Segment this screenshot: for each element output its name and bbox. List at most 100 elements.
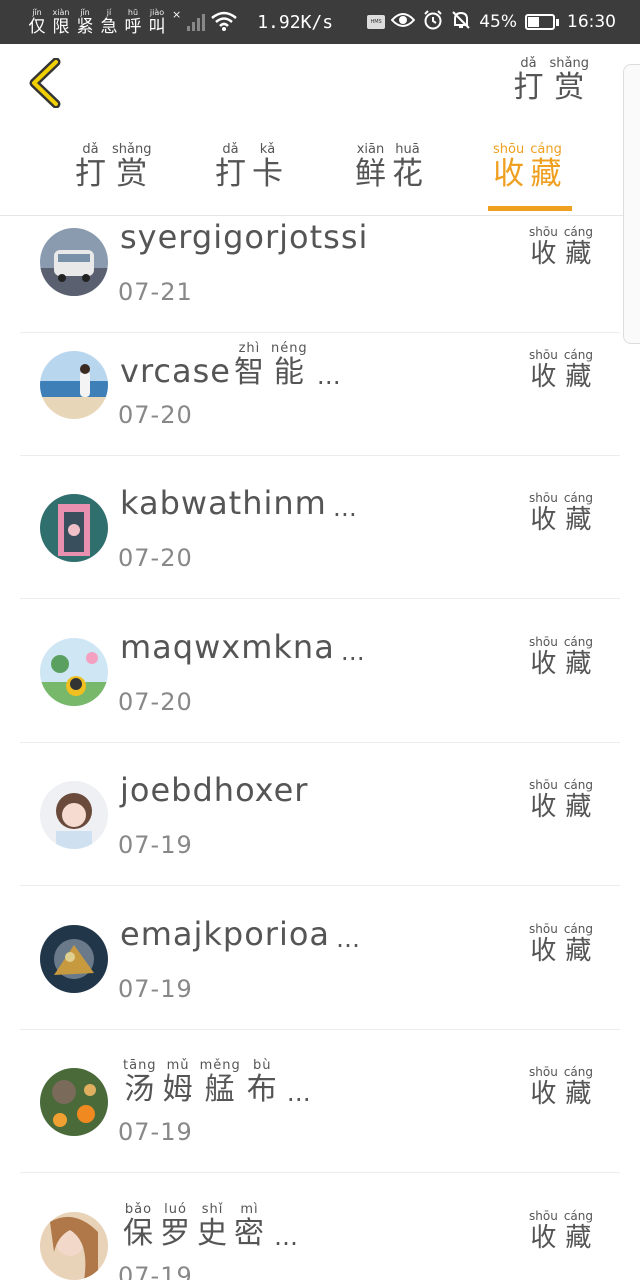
username-latin: emajkporioa [120, 915, 331, 953]
hanzi: 藏 [565, 936, 592, 966]
hanzi: 藏 [565, 1223, 592, 1253]
username-latin: maqwxmkna [120, 628, 335, 666]
favorite-status-label: shōu 收 cáng 藏 [526, 635, 596, 680]
status-bar: jǐn 仅 xiàn 限 jǐn 紧 jí 急 hū 呼 jiào 叫 × 1.92K/s HMS 4… [0, 0, 640, 44]
status-right: 45% 16:30 [390, 0, 616, 44]
avatar[interactable] [40, 1212, 108, 1280]
favorite-date: 07-19 [118, 975, 193, 1003]
hanzi: 藏 [565, 1079, 592, 1109]
pinyin: shǐ [201, 1202, 224, 1217]
hanzi: 藏 [565, 362, 592, 392]
hanzi: 藏 [565, 505, 592, 535]
back-button[interactable] [26, 57, 66, 109]
eye-icon [390, 11, 416, 33]
favorite-status-label: shōu 收 cáng 藏 [526, 1065, 596, 1110]
list-item[interactable]: kabwathinm… 07-20 shōu 收 cáng 藏 [20, 456, 620, 599]
name-char: shǐ 史 [197, 1202, 228, 1251]
pinyin: cáng [563, 225, 593, 239]
avatar[interactable] [40, 351, 108, 419]
hanzi: 保 [123, 1216, 154, 1251]
avatar[interactable] [40, 1068, 108, 1136]
name-char: zhì 智 [234, 341, 265, 390]
favorite-status-label: shōu 收 cáng 藏 [526, 225, 596, 270]
network-speed: 1.92K/s [257, 11, 334, 33]
pinyin: mǔ [166, 1058, 190, 1073]
pinyin: jǐn [32, 7, 42, 17]
name-char: mì 密 [234, 1202, 265, 1251]
hanzi: 收 [530, 362, 557, 392]
pinyin: shōu [529, 635, 558, 649]
hanzi: 收 [530, 936, 557, 966]
username-ellipsis: … [286, 1079, 312, 1107]
username: tāng 汤 mǔ 姆 měng 艋 bù 布… [120, 1058, 312, 1107]
list-item[interactable]: joebdhoxer 07-19 shōu 收 cáng 藏 [20, 743, 620, 886]
collect-char: shōu 收 [529, 779, 558, 823]
avatar[interactable] [40, 781, 108, 849]
collect-char: cáng 藏 [563, 348, 593, 393]
hanzi: 汤 [124, 1072, 156, 1107]
username: syergigorjotssi [120, 218, 368, 256]
battery-percent: 45% [479, 12, 517, 32]
hanzi: 仅 [28, 16, 46, 37]
tab-1[interactable]: dǎ 打 kǎ 卡 [212, 142, 286, 191]
tab-2[interactable]: xiān 鲜 huā 花 [352, 142, 426, 191]
username-ellipsis: … [340, 638, 366, 666]
hanzi: 能 [273, 355, 305, 390]
username-latin: syergigorjotssi [120, 218, 369, 256]
no-sim-icon: × [172, 7, 182, 21]
pinyin: jiào [149, 7, 165, 17]
hanzi: 收 [530, 792, 557, 822]
hanzi: 打 [215, 156, 246, 192]
tab-char: cáng 藏 [530, 142, 562, 191]
pinyin: cáng [563, 1065, 593, 1079]
pinyin: dǎ [222, 142, 239, 157]
hanzi: 藏 [565, 792, 592, 822]
pinyin: zhì [238, 341, 261, 356]
pinyin: shǎng [112, 142, 152, 157]
hanzi: 布 [246, 1072, 278, 1107]
hanzi: 智 [233, 355, 265, 390]
carrier-char: jiào 叫 [146, 8, 168, 37]
status-left: jǐn 仅 xiàn 限 jǐn 紧 jí 急 hū 呼 jiào 叫 × 1.92K/s HMS [26, 0, 386, 44]
tab-label: dǎ 打 shǎng 赏 [72, 142, 154, 191]
list-item[interactable]: emajkporioa… 07-19 shōu 收 cáng 藏 [20, 887, 620, 1030]
list-item[interactable]: maqwxmkna… 07-20 shōu 收 cáng 藏 [20, 600, 620, 743]
pinyin: dǎ [520, 56, 537, 71]
list-item[interactable]: tāng 汤 mǔ 姆 měng 艋 bù 布… 07-19 shōu 收 cáng 藏 [20, 1030, 620, 1173]
collect-char: cáng 藏 [563, 225, 593, 270]
collect-char: cáng 藏 [563, 491, 593, 536]
favorite-status-label: shōu 收 cáng 藏 [526, 348, 596, 393]
bell-off-icon [451, 10, 471, 34]
hanzi: 收 [530, 1079, 557, 1109]
collect-char: cáng 藏 [563, 635, 593, 680]
pinyin: cáng [563, 348, 593, 362]
reward-button[interactable]: dǎ 打 shǎng 赏 [511, 56, 592, 105]
pinyin: cáng [563, 491, 593, 505]
tab-0[interactable]: dǎ 打 shǎng 赏 [72, 142, 154, 191]
name-char: měng 艋 [200, 1058, 241, 1107]
username: joebdhoxer [120, 771, 308, 809]
pinyin: cáng [563, 922, 593, 936]
hanzi: 艋 [204, 1072, 236, 1107]
name-char: néng 能 [271, 341, 308, 390]
carrier-char: jǐn 紧 [74, 8, 96, 37]
hanzi: 收 [530, 649, 557, 679]
favorite-date: 07-20 [118, 401, 193, 429]
avatar[interactable] [40, 925, 108, 993]
avatar[interactable] [40, 494, 108, 562]
list-item[interactable]: bǎo 保 luó 罗 shǐ 史 mì 密… 07-19 shōu 收 cáng 藏 [20, 1174, 620, 1280]
collect-char: shōu 收 [529, 1066, 558, 1110]
list-item[interactable]: vrcase zhì 智 néng 能… 07-20 shōu 收 cáng 藏 [20, 313, 620, 456]
tab-3[interactable]: shōu 收 cáng 藏 [490, 142, 565, 191]
hanzi: 密 [234, 1216, 265, 1251]
avatar[interactable] [40, 638, 108, 706]
avatar[interactable] [40, 228, 108, 296]
hanzi: 鲜 [355, 156, 386, 192]
tab-label: shōu 收 cáng 藏 [490, 142, 565, 191]
pinyin: cáng [563, 635, 593, 649]
hms-icon: HMS [367, 15, 386, 29]
hanzi: 打 [513, 70, 544, 105]
hanzi: 罗 [160, 1216, 191, 1251]
tab-char: huā 花 [392, 142, 423, 191]
username-chars: tāng 汤 mǔ 姆 měng 艋 bù 布 [120, 1058, 281, 1107]
